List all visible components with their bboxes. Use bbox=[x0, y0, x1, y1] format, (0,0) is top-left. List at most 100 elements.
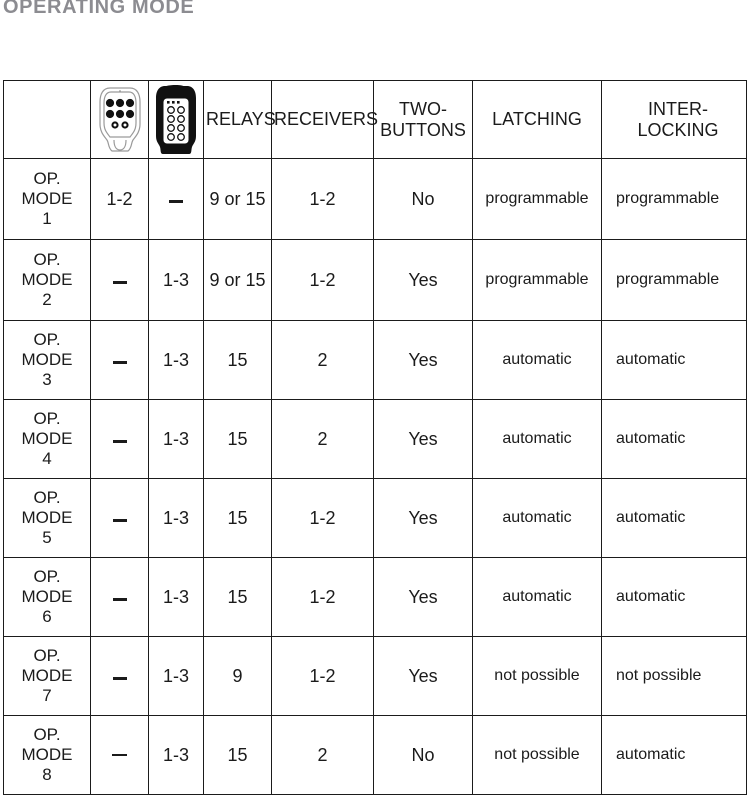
latching-value-cell: automatic bbox=[472, 557, 602, 637]
mode-label: OP. MODE 6 bbox=[4, 567, 90, 627]
mode-label-line2: MODE bbox=[21, 666, 73, 685]
header-label-two-buttons-line2: BUTTONS bbox=[380, 119, 466, 140]
receivers-value: 1-2 bbox=[309, 188, 336, 209]
dash-glyph bbox=[169, 200, 183, 204]
header-cell-remote-outline bbox=[90, 80, 149, 159]
receivers-value: 1-2 bbox=[309, 665, 336, 686]
latching-value: automatic bbox=[502, 351, 572, 368]
remote-outline-value-cell bbox=[90, 399, 149, 479]
remote-filled-value-cell: 1-3 bbox=[148, 239, 204, 321]
receivers-value: 2 bbox=[317, 349, 328, 370]
interlocking-value: programmable bbox=[616, 271, 720, 288]
header-label-interlocking-line1: INTER- bbox=[648, 98, 708, 119]
mode-label-cell: OP. MODE 8 bbox=[3, 715, 91, 795]
header-label-interlocking: INTER- LOCKING bbox=[602, 99, 746, 141]
latching-value: automatic bbox=[502, 509, 572, 526]
latching-value: not possible bbox=[494, 667, 580, 684]
receivers-value-cell: 1-2 bbox=[271, 158, 374, 240]
mode-label-line1: OP. bbox=[33, 646, 61, 665]
relays-value: 9 bbox=[232, 665, 243, 686]
interlocking-value-cell: automatic bbox=[601, 715, 747, 795]
table-row: OP. MODE 3 1-3 15 2 Yes automatic automatic bbox=[3, 320, 747, 400]
interlocking-value: programmable bbox=[616, 190, 720, 207]
interlocking-value: not possible bbox=[616, 667, 702, 684]
receivers-value-cell: 1-2 bbox=[271, 557, 374, 637]
operating-mode-table-container: RELAYS RECEIVERS TWO- BUTTONS LATCHING I… bbox=[3, 80, 747, 795]
mode-label-line2: MODE bbox=[21, 508, 73, 527]
latching-value-cell: not possible bbox=[472, 636, 602, 716]
mode-label: OP. MODE 8 bbox=[4, 725, 90, 785]
page-title: OPERATING MODE bbox=[3, 0, 195, 18]
two-buttons-value: No bbox=[411, 188, 435, 209]
two-buttons-value-cell: Yes bbox=[373, 557, 473, 637]
two-buttons-value: Yes bbox=[408, 507, 438, 528]
mode-label-line1: OP. bbox=[33, 250, 61, 269]
mode-label: OP. MODE 1 bbox=[4, 169, 90, 229]
mode-label-line3: 3 bbox=[42, 370, 52, 389]
mode-label-line3: 1 bbox=[42, 209, 52, 228]
latching-value-cell: not possible bbox=[472, 715, 602, 795]
header-label-relays: RELAYS bbox=[206, 109, 276, 129]
mode-label-cell: OP. MODE 6 bbox=[3, 557, 91, 637]
header-cell-interlocking: INTER- LOCKING bbox=[601, 80, 747, 159]
mode-label-line3: 5 bbox=[42, 528, 52, 547]
remote-outline-value bbox=[91, 429, 148, 450]
receivers-value-cell: 2 bbox=[271, 399, 374, 479]
receivers-value: 2 bbox=[317, 428, 328, 449]
dash-glyph bbox=[112, 519, 127, 523]
two-buttons-value: Yes bbox=[408, 349, 438, 370]
remote-filled-value-cell: 1-3 bbox=[148, 320, 204, 400]
remote-outline-value bbox=[91, 745, 148, 766]
remote-outline-value bbox=[91, 350, 148, 371]
interlocking-value: automatic bbox=[616, 430, 686, 447]
header-cell-two-buttons: TWO- BUTTONS bbox=[373, 80, 473, 159]
relays-value: 9 or 15 bbox=[209, 188, 266, 209]
two-buttons-value-cell: No bbox=[373, 715, 473, 795]
latching-value-cell: programmable bbox=[472, 239, 602, 321]
mode-label-cell: OP. MODE 5 bbox=[3, 478, 91, 558]
interlocking-value: automatic bbox=[616, 746, 686, 763]
two-buttons-value: Yes bbox=[408, 665, 438, 686]
dash-glyph bbox=[112, 598, 127, 602]
remote-filled-value: 1-3 bbox=[162, 269, 189, 290]
table-row: OP. MODE 4 1-3 15 2 Yes automatic automatic bbox=[3, 399, 747, 479]
dash-glyph bbox=[112, 281, 127, 285]
relays-value: 15 bbox=[227, 744, 248, 765]
mode-label-line1: OP. bbox=[33, 409, 61, 428]
remote-filled-value: 1-3 bbox=[162, 507, 189, 528]
mode-label-line1: OP. bbox=[33, 567, 61, 586]
table-row: OP. MODE 7 1-3 9 1-2 Yes not possible not possib… bbox=[3, 636, 747, 716]
remote-filled-icon bbox=[149, 84, 203, 156]
mode-label: OP. MODE 7 bbox=[4, 646, 90, 706]
dash-glyph bbox=[112, 753, 127, 756]
receivers-value: 1-2 bbox=[309, 586, 336, 607]
remote-filled-value-cell bbox=[148, 158, 204, 240]
latching-value: automatic bbox=[502, 430, 572, 447]
relays-value-cell: 15 bbox=[203, 320, 272, 400]
two-buttons-value: No bbox=[411, 744, 435, 765]
mode-label-line2: MODE bbox=[21, 429, 73, 448]
mode-label-cell: OP. MODE 4 bbox=[3, 399, 91, 479]
receivers-value-cell: 1-2 bbox=[271, 636, 374, 716]
mode-label-line2: MODE bbox=[21, 270, 73, 289]
table-row: OP. MODE 6 1-3 15 1-2 Yes automatic automatic bbox=[3, 557, 747, 637]
remote-filled-value: 1-3 bbox=[162, 428, 189, 449]
interlocking-value-cell: programmable bbox=[601, 239, 747, 321]
remote-filled-value: 1-3 bbox=[162, 349, 189, 370]
remote-outline-value-cell bbox=[90, 320, 149, 400]
two-buttons-value-cell: No bbox=[373, 158, 473, 240]
table-header-row: RELAYS RECEIVERS TWO- BUTTONS LATCHING I… bbox=[3, 80, 747, 159]
latching-value: programmable bbox=[485, 190, 589, 207]
mode-label-line3: 6 bbox=[42, 607, 52, 626]
relays-value-cell: 15 bbox=[203, 399, 272, 479]
relays-value-cell: 15 bbox=[203, 557, 272, 637]
latching-value-cell: automatic bbox=[472, 478, 602, 558]
relays-value-cell: 15 bbox=[203, 478, 272, 558]
mode-label: OP. MODE 5 bbox=[4, 488, 90, 548]
interlocking-value-cell: automatic bbox=[601, 557, 747, 637]
remote-outline-value bbox=[91, 666, 148, 687]
remote-filled-value-cell: 1-3 bbox=[148, 636, 204, 716]
remote-filled-value-cell: 1-3 bbox=[148, 557, 204, 637]
header-cell-remote-filled bbox=[148, 80, 204, 159]
two-buttons-value-cell: Yes bbox=[373, 636, 473, 716]
